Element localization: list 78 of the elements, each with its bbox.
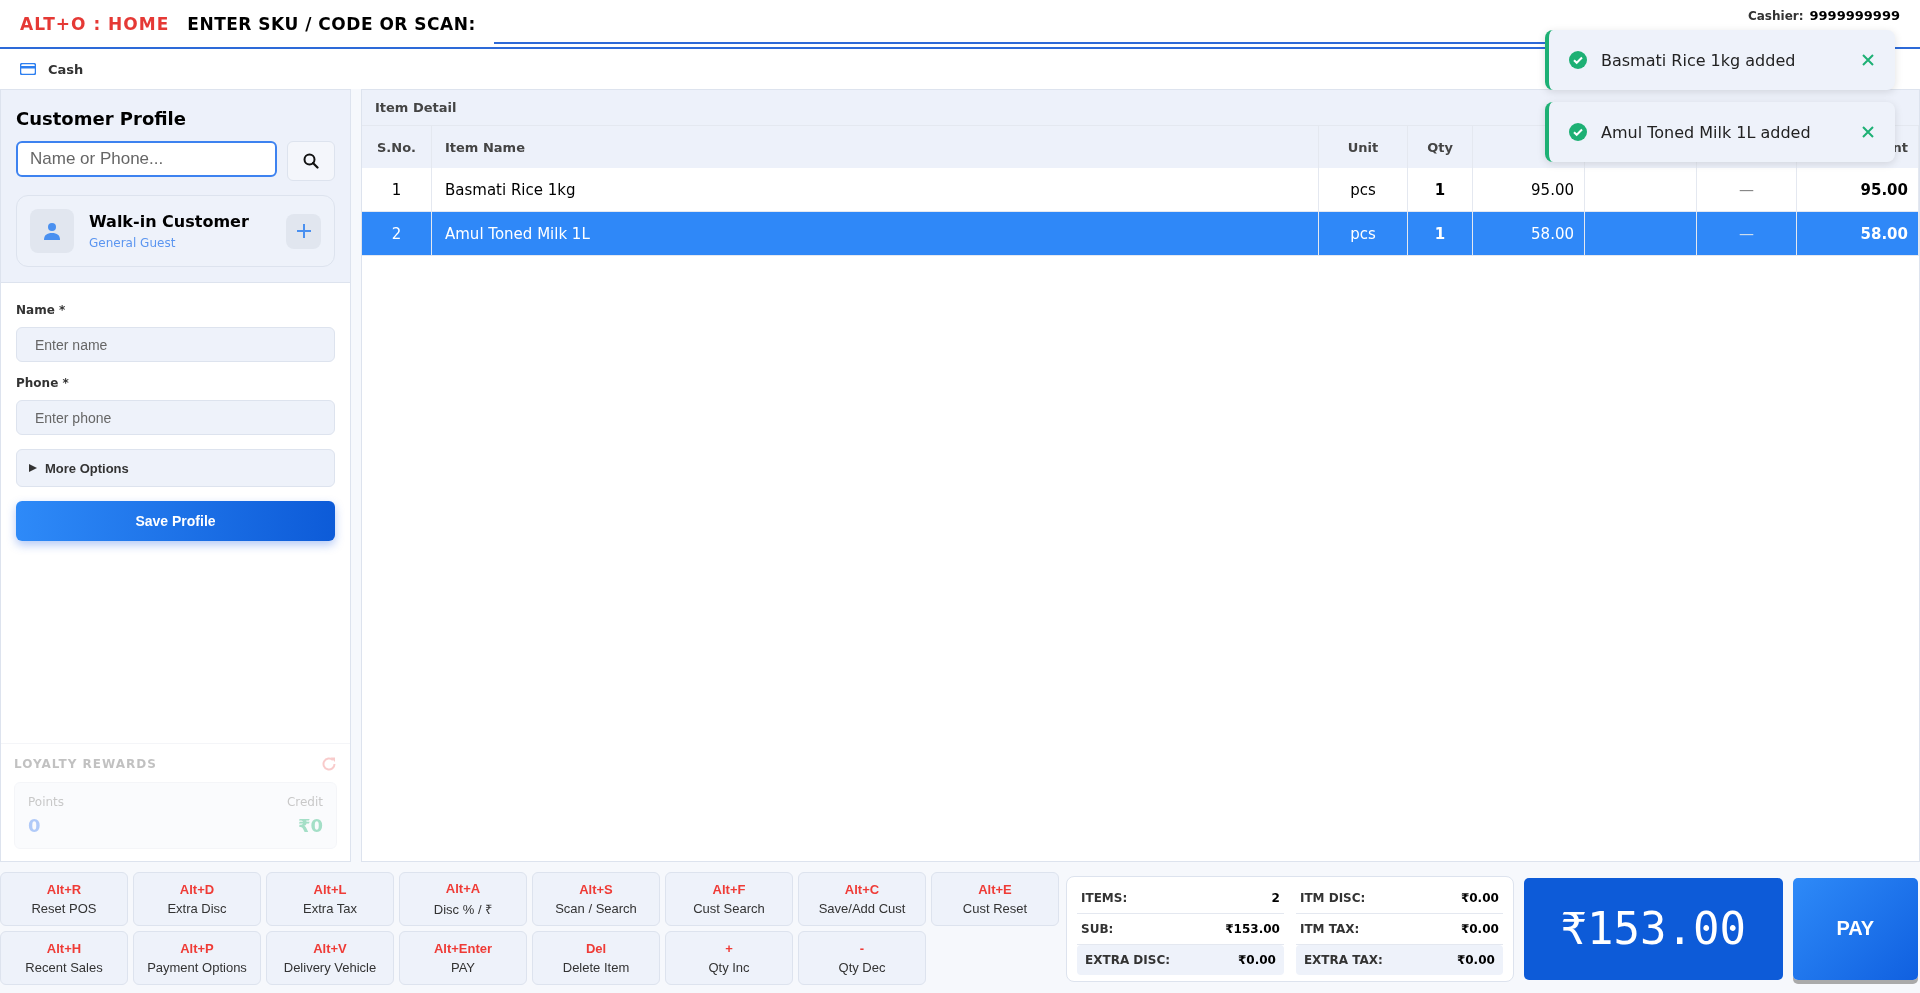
summary-value: ₹0.00 — [1460, 890, 1499, 905]
summary-label: EXTRA DISC: — [1085, 952, 1170, 967]
summary-value: 2 — [1271, 890, 1280, 905]
summary-value: ₹0.00 — [1456, 952, 1495, 967]
shortcut-button[interactable]: Alt+F Cust Search — [665, 872, 793, 926]
column-header: Item Name — [445, 139, 525, 155]
summary-label: SUB: — [1081, 921, 1114, 936]
summary-value: ₹0.00 — [1237, 952, 1276, 967]
text-field[interactable]: Enter name — [16, 327, 335, 362]
shortcut-button[interactable]: Alt+V Delivery Vehicle — [266, 931, 394, 985]
column-header: Unit — [1347, 139, 1379, 155]
column-header: S.No. — [376, 139, 417, 155]
panel-title: Customer Profile — [16, 108, 187, 129]
search-icon — [303, 153, 319, 169]
summary-value: ₹153.00 — [1225, 921, 1280, 936]
grand-total: ₹153.00 — [1523, 877, 1783, 980]
table-cell: — — [1739, 180, 1754, 199]
table-cell: Amul Toned Milk 1L — [445, 224, 590, 243]
shortcut-button[interactable]: + Qty Inc — [665, 931, 793, 985]
table-cell: 95.00 — [1531, 180, 1574, 199]
panel-title: Item Detail — [375, 100, 457, 115]
summary-label: ITM DISC: — [1299, 890, 1366, 905]
shortcut-button[interactable]: Alt+C Save/Add Cust — [798, 872, 926, 926]
shortcut-button[interactable]: Alt+P Payment Options — [133, 931, 261, 985]
summary-label: ITM TAX: — [1299, 921, 1360, 936]
shortcut-button[interactable]: Alt+Enter PAY — [399, 931, 527, 985]
home-shortcut[interactable]: ALT+O : HOME — [20, 13, 170, 34]
item-row[interactable]: 1 Basmati Rice 1kg pcs 1 95.00 — 95.00 — [362, 168, 1919, 212]
field-label: Phone * — [16, 376, 70, 390]
check-circle-icon — [1569, 123, 1587, 141]
payment-mode-label[interactable]: Cash — [48, 61, 84, 77]
summary-value: ₹0.00 — [1460, 921, 1499, 936]
add-customer-button[interactable] — [286, 213, 321, 249]
table-cell: 58.00 — [1860, 224, 1908, 243]
toast-message: Basmati Rice 1kg added — [1601, 50, 1797, 70]
points-value: 0 — [28, 815, 42, 836]
table-cell: pcs — [1350, 224, 1376, 243]
person-icon — [44, 222, 60, 240]
table-cell: — — [1739, 224, 1754, 243]
table-cell: 1 — [391, 180, 402, 199]
summary-label: EXTRA TAX: — [1303, 952, 1383, 967]
close-icon[interactable] — [1861, 125, 1875, 139]
shortcut-button[interactable]: Alt+L Extra Tax — [266, 872, 394, 926]
table-cell: 1 — [1434, 224, 1446, 243]
column-header: Qty — [1427, 139, 1453, 155]
more-options-toggle[interactable]: More Options — [16, 449, 335, 487]
plus-icon — [295, 223, 312, 239]
table-cell: 95.00 — [1860, 180, 1908, 199]
table-cell: pcs — [1350, 180, 1376, 199]
shortcut-button[interactable]: Alt+S Scan / Search — [532, 872, 660, 926]
sku-label: ENTER SKU / CODE OR SCAN: — [187, 13, 476, 34]
table-cell: 2 — [391, 224, 402, 243]
card-icon — [20, 63, 36, 75]
shortcut-button[interactable]: - Qty Dec — [798, 931, 926, 985]
credit-value: ₹0 — [296, 815, 323, 836]
table-cell: Basmati Rice 1kg — [445, 180, 576, 199]
close-icon[interactable] — [1861, 53, 1875, 67]
field-label: Name * — [16, 303, 67, 317]
cashier-id: 9999999999 — [1809, 8, 1900, 23]
shortcut-button[interactable]: Alt+R Reset POS — [0, 872, 128, 926]
save-profile-button[interactable]: Save Profile — [16, 501, 335, 541]
cashier-label: Cashier: — [1747, 9, 1804, 23]
customer-name: Walk-in Customer — [89, 212, 250, 231]
shortcut-button[interactable]: Alt+A Disc % / ₹ — [399, 872, 527, 926]
shortcut-button[interactable]: Alt+H Recent Sales — [0, 931, 128, 985]
toast-message: Amul Toned Milk 1L added — [1601, 122, 1812, 142]
shortcut-button[interactable]: Alt+D Extra Disc — [133, 872, 261, 926]
text-field[interactable]: Enter phone — [16, 400, 335, 435]
customer-type: General Guest — [89, 236, 177, 250]
table-cell: 1 — [1434, 180, 1446, 199]
check-circle-icon — [1569, 51, 1587, 69]
shortcut-button[interactable]: Alt+E Cust Reset — [931, 872, 1059, 926]
summary-label: ITEMS: — [1081, 890, 1128, 905]
table-cell: 58.00 — [1531, 224, 1574, 243]
shortcut-button[interactable]: Del Delete Item — [532, 931, 660, 985]
search-button[interactable] — [287, 141, 335, 181]
loyalty-title: LOYALTY REWARDS — [14, 757, 157, 771]
customer-search-field[interactable]: Name or Phone... — [16, 141, 277, 177]
